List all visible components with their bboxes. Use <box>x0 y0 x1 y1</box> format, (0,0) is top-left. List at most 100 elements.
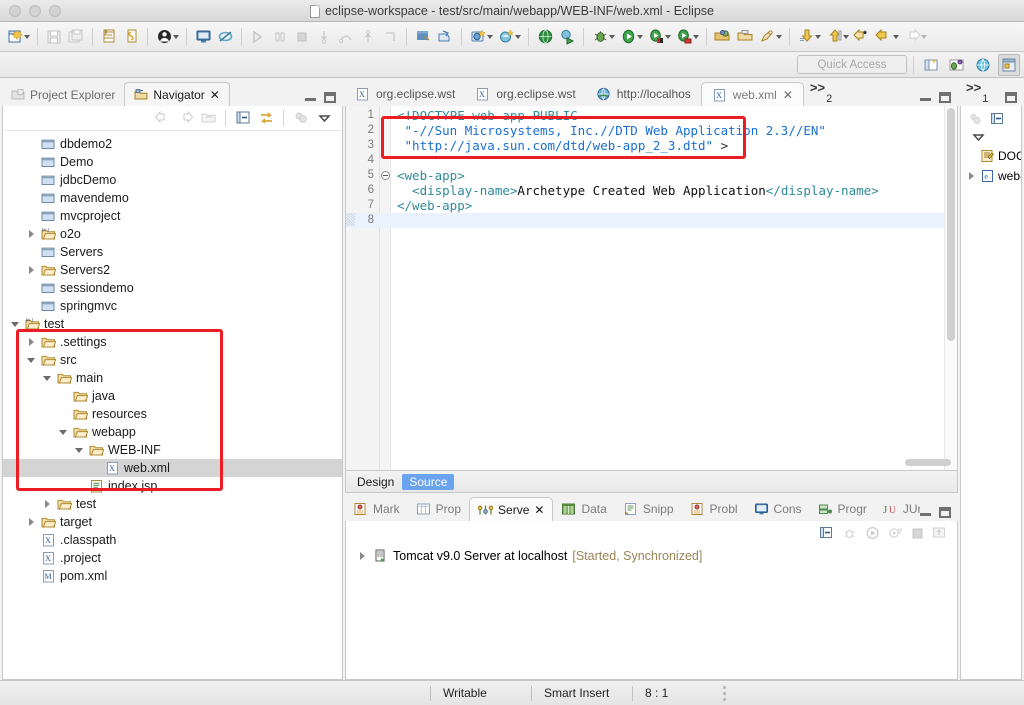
tree-item-mavendemo[interactable]: mavendemo <box>3 189 342 207</box>
twisty-expanded-icon[interactable] <box>41 372 53 384</box>
tree-item-demo[interactable]: Demo <box>3 153 342 171</box>
coverage-button[interactable] <box>673 26 695 48</box>
page-tab-design[interactable]: Design <box>350 474 401 490</box>
maximize-button[interactable] <box>324 92 336 103</box>
twisty-expanded-icon[interactable] <box>57 426 69 438</box>
bottom-tab-probl[interactable]: Probl <box>682 497 746 521</box>
tree-item-pom-xml[interactable]: Mpom.xml <box>3 567 342 585</box>
skip-breakpoints-button[interactable] <box>214 26 236 48</box>
tree-item--settings[interactable]: .settings <box>3 333 342 351</box>
step-return-button[interactable] <box>357 26 379 48</box>
editor-overflow-chevron[interactable]: >> 2 <box>804 81 840 106</box>
code-line-7[interactable]: 7 </web-app> <box>346 198 957 213</box>
outline-overflow-chevron[interactable]: >> 1 <box>960 81 996 106</box>
new-wizard-button[interactable] <box>4 26 26 48</box>
twisty-expanded-icon[interactable] <box>73 444 85 456</box>
status-resize-grip[interactable] <box>723 685 726 701</box>
tree-item-web-inf[interactable]: WEB-INF <box>3 441 342 459</box>
twisty-collapsed-icon[interactable] <box>25 264 37 276</box>
last-edit-location-button[interactable] <box>851 26 873 48</box>
code-line-6[interactable]: 6 <display-name>Archetype Created Web Ap… <box>346 183 957 198</box>
minimize-button[interactable] <box>920 93 931 102</box>
stop-server-button[interactable] <box>911 527 924 540</box>
run-button[interactable] <box>617 26 639 48</box>
tree-item--classpath[interactable]: X .classpath <box>3 531 342 549</box>
code-lines[interactable]: 1 <!DOCTYPE web-app PUBLIC 2 "-//Sun Micro… <box>346 106 957 228</box>
tree-item-servers2[interactable]: Servers2 <box>3 261 342 279</box>
perspective-java-ee-button[interactable] <box>972 54 994 76</box>
tree-item-springmvc[interactable]: springmvc <box>3 297 342 315</box>
new-server-button[interactable] <box>495 26 517 48</box>
print-preview-button[interactable] <box>98 26 120 48</box>
back-button[interactable] <box>873 26 895 48</box>
editor-tab-http-localhos[interactable]: http://localhos <box>586 82 701 106</box>
page-tab-source[interactable]: Source <box>402 473 455 490</box>
outline-item-doc[interactable]: DOC <box>961 146 1021 166</box>
terminate-button[interactable] <box>291 26 313 48</box>
perspective-debug-button[interactable] <box>946 54 968 76</box>
outline-view-menu-button[interactable] <box>961 128 1021 146</box>
run-on-server-button[interactable] <box>556 26 578 48</box>
step-into-button[interactable] <box>313 26 335 48</box>
editor-tab-web-xml[interactable]: Xweb.xml ✕ <box>700 82 804 106</box>
open-console-button[interactable] <box>192 26 214 48</box>
maximize-button[interactable] <box>939 92 951 103</box>
twisty-expanded-icon[interactable] <box>25 354 37 366</box>
drop-to-frame-button[interactable] <box>379 26 401 48</box>
outline-tree[interactable]: DOC e web- <box>961 146 1021 186</box>
bottom-tab-prop[interactable]: Prop <box>408 497 469 521</box>
code-line-5[interactable]: 5 <web-app> <box>346 168 957 183</box>
tree-item--project[interactable]: X .project <box>3 549 342 567</box>
next-annotation-button[interactable] <box>795 26 817 48</box>
twisty-collapsed-icon[interactable] <box>25 228 37 240</box>
forward-button[interactable] <box>901 26 923 48</box>
tree-item-web-xml[interactable]: Xweb.xml <box>3 459 342 477</box>
open-web-browser-button[interactable] <box>534 26 556 48</box>
tree-item-webapp[interactable]: webapp <box>3 423 342 441</box>
tree-item-test[interactable]: test <box>3 495 342 513</box>
twisty-collapsed-icon[interactable] <box>356 550 368 562</box>
tree-item-jdbcdemo[interactable]: jdbcDemo <box>3 171 342 189</box>
perspective-java-button[interactable] <box>998 53 1020 76</box>
search-button[interactable] <box>756 26 778 48</box>
new-web-project-button[interactable] <box>467 26 489 48</box>
filters-button[interactable] <box>291 108 311 128</box>
collapse-all-button[interactable] <box>233 108 253 128</box>
code-line-4[interactable]: 4 <box>346 153 957 168</box>
link-editor-button[interactable] <box>120 26 142 48</box>
bottom-tab-progr[interactable]: Progr <box>810 497 875 521</box>
profile-server-button[interactable] <box>888 526 903 540</box>
close-icon[interactable]: ✕ <box>534 503 544 517</box>
user-profile-button[interactable] <box>153 26 175 48</box>
bottom-tab-serve[interactable]: Serve ✕ <box>469 497 554 521</box>
start-server-button[interactable] <box>865 526 880 540</box>
back-button[interactable] <box>152 108 172 128</box>
tab-navigator[interactable]: Navigator ✕ <box>124 82 230 106</box>
open-type-button[interactable] <box>712 26 734 48</box>
run-external-tools-button[interactable] <box>645 26 667 48</box>
save-all-button[interactable] <box>65 26 87 48</box>
bottom-tab-snipp[interactable]: Snipp <box>615 497 682 521</box>
tree-item-test[interactable]: M Jtest <box>3 315 342 333</box>
tab-project-explorer[interactable]: Project Explorer <box>2 82 124 106</box>
bottom-tab-cons[interactable]: Cons <box>746 497 810 521</box>
bottom-tab-junit[interactable]: JU JUnit <box>875 497 920 521</box>
open-perspective-button[interactable] <box>920 54 942 76</box>
editor-tab-org-eclipse-wst[interactable]: Xorg.eclipse.wst <box>465 82 585 106</box>
maximize-button[interactable] <box>939 507 951 518</box>
twisty-collapsed-icon[interactable] <box>41 498 53 510</box>
collapse-all-button[interactable] <box>819 526 834 540</box>
bottom-tab-mark[interactable]: Mark <box>345 497 408 521</box>
new-java-package-button[interactable] <box>434 26 456 48</box>
save-button[interactable] <box>43 26 65 48</box>
tree-item-java[interactable]: java <box>3 387 342 405</box>
editor-vertical-scrollbar[interactable] <box>944 106 957 470</box>
tree-item-o2o[interactable]: M Jo2o <box>3 225 342 243</box>
link-with-editor-button[interactable] <box>256 108 276 128</box>
twisty-collapsed-icon[interactable] <box>25 336 37 348</box>
quick-access-input[interactable]: Quick Access <box>797 55 907 74</box>
tree-item-dbdemo2[interactable]: dbdemo2 <box>3 135 342 153</box>
twisty-collapsed-icon[interactable] <box>965 170 977 182</box>
code-line-3[interactable]: 3 "http://java.sun.com/dtd/web-app_2_3.d… <box>346 138 957 153</box>
navigator-tree[interactable]: dbdemo2 Demo jdbcDemo mavendemo mvcproject M J… <box>3 131 342 585</box>
